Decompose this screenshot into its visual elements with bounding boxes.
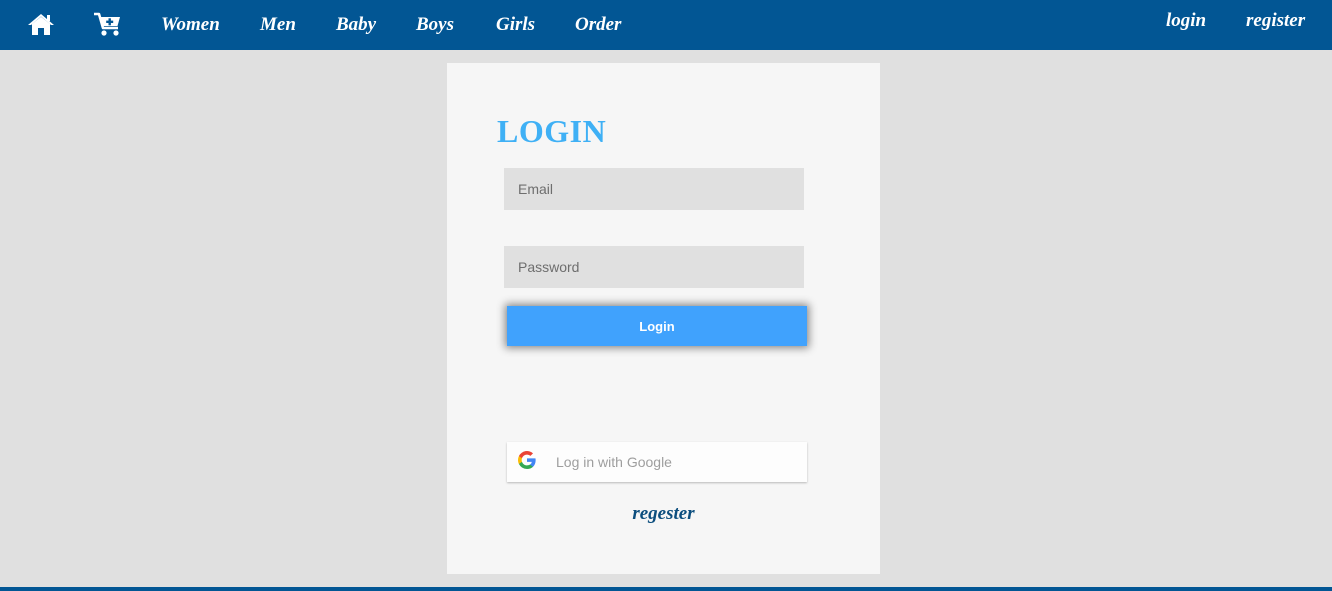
nav-register-link[interactable]: register	[1246, 9, 1305, 33]
email-field[interactable]	[504, 168, 804, 210]
nav-link-boys[interactable]: Boys	[416, 13, 454, 37]
bottom-bar	[0, 587, 1332, 591]
cart-add-icon[interactable]	[93, 10, 123, 38]
nav-link-baby[interactable]: Baby	[336, 13, 376, 37]
nav-link-order[interactable]: Order	[575, 13, 621, 37]
home-icon[interactable]	[26, 10, 56, 38]
google-login-button[interactable]: Log in with Google	[507, 442, 807, 482]
password-field[interactable]	[504, 246, 804, 288]
google-g-icon	[518, 451, 536, 469]
google-login-label: Log in with Google	[556, 454, 672, 470]
login-title: LOGIN	[497, 113, 607, 149]
top-navbar: Women Men Baby Boys Girls Order login re…	[0, 0, 1332, 50]
nav-login-link[interactable]: login	[1166, 9, 1206, 33]
register-link[interactable]: regester	[447, 502, 880, 526]
nav-link-girls[interactable]: Girls	[496, 13, 535, 37]
login-card: LOGIN Login Log in with Google regester	[447, 63, 880, 574]
nav-link-women[interactable]: Women	[161, 13, 220, 37]
nav-link-men[interactable]: Men	[260, 13, 296, 37]
login-button[interactable]: Login	[507, 306, 807, 346]
